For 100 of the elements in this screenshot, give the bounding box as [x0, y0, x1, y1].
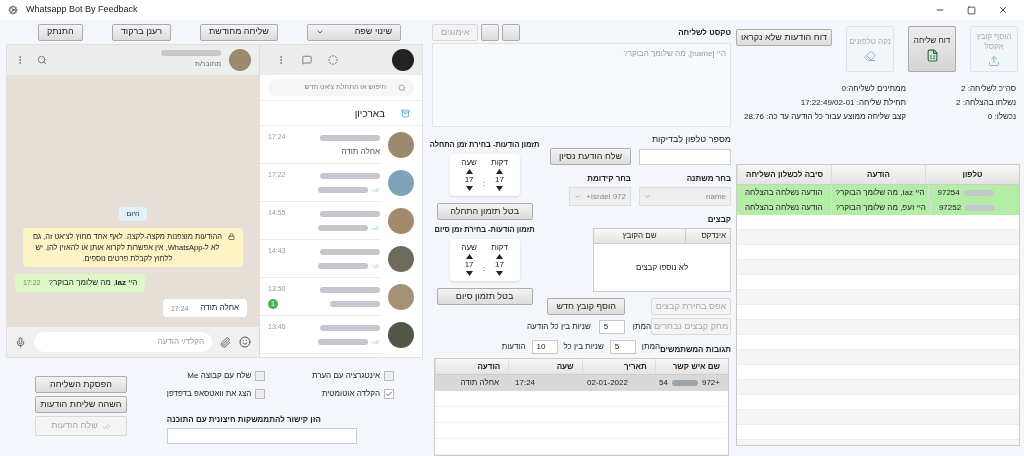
up-arrow-icon[interactable]: [496, 254, 504, 259]
time-separator: :: [482, 177, 486, 190]
stat-text: נכשלו: 0: [986, 111, 1016, 123]
button[interactable]: הפסקת השליחה: [35, 376, 127, 393]
avatar: [388, 132, 414, 158]
checkbox[interactable]: [384, 389, 394, 399]
column-header: אינדקס: [685, 229, 730, 243]
table-cell: הודעה נשלחה בהצלחה: [745, 201, 823, 214]
column-header: הודעה: [435, 359, 509, 374]
message-text: אחלה תודה: [200, 302, 239, 314]
down-arrow-icon[interactable]: [465, 271, 473, 276]
table-cell: 02-01-2022: [587, 377, 628, 389]
table-cell: הודעה נשלחה בהצלחה: [745, 186, 823, 199]
checkbox[interactable]: [255, 389, 266, 399]
webhook-field[interactable]: [166, 428, 357, 444]
archive-icon: [401, 108, 410, 118]
phone-field[interactable]: [639, 148, 731, 165]
eraser-icon: [864, 49, 876, 62]
number-field[interactable]: 5: [609, 340, 636, 354]
button[interactable]: בטל תזמון סיום: [436, 288, 533, 305]
caret-icon: [644, 193, 651, 200]
close-icon[interactable]: [998, 5, 1008, 15]
time-unit: שעה: [461, 157, 477, 168]
emoji-icon[interactable]: [239, 336, 251, 348]
up-arrow-icon[interactable]: [496, 168, 504, 174]
upload-icon: [988, 54, 1000, 67]
read-ticks-icon: [372, 224, 380, 233]
blurred-text: [963, 189, 994, 196]
label: המתן: [641, 341, 660, 353]
action-button[interactable]: דוח שליחה: [908, 26, 956, 72]
table-cell: 17:24: [515, 377, 536, 389]
window-title: Whatsapp Bot By Feedback: [26, 3, 138, 17]
label: שניות בין כל: [563, 341, 604, 353]
button[interactable]: בטל תזמון התחלה: [436, 202, 533, 220]
avatar: [388, 246, 414, 272]
new-chat-icon[interactable]: [302, 55, 312, 65]
blurred-text: [161, 50, 221, 57]
stat-text: סה"כ לשליחה: 2: [960, 83, 1016, 95]
button[interactable]: דוח הודעות שלא נקראו: [736, 29, 832, 46]
avatar: [392, 49, 414, 71]
checkbox-label: הצג את וואטסאפ בדפדפן: [166, 388, 252, 400]
field-label: קבצים: [706, 214, 731, 226]
button[interactable]: רענן ברקוד: [111, 23, 172, 41]
lock-icon: [228, 233, 235, 240]
button[interactable]: השהה שליחת הודעות: [35, 396, 127, 413]
number-field[interactable]: 5: [598, 319, 625, 334]
field-label: בחר קידומת: [586, 173, 631, 185]
column-header: שם הקובץ: [621, 230, 658, 242]
read-ticks-icon: [372, 262, 380, 271]
blurred-text: [320, 134, 380, 141]
search-icon[interactable]: [37, 55, 47, 65]
button[interactable]: התנתק: [38, 23, 83, 41]
column-header: טלפון: [925, 165, 1019, 184]
caret-icon: [316, 28, 324, 36]
checkbox[interactable]: [384, 371, 394, 381]
table-cell: אחלה תודה: [460, 377, 500, 389]
stat-text: קצב שליחה ממוצע עבור כל הודעה עד כה: 28.76: [743, 111, 907, 123]
column-header: סיבה לכשלון השליחה: [737, 165, 831, 184]
field-label: בחר משתנה: [685, 173, 731, 185]
number-field[interactable]: 10: [531, 340, 558, 354]
webhook-label: הזן קישור להתממשקות חיצונית עם התוכנה: [166, 414, 321, 426]
stat-text: נשלחו בהצלחה: 2: [956, 97, 1016, 109]
avatar: [388, 208, 414, 234]
status-icon[interactable]: [328, 55, 338, 65]
up-arrow-icon[interactable]: [465, 254, 473, 259]
button[interactable]: שלח הודעת נסיון: [550, 148, 631, 165]
blurred-text: [318, 339, 368, 346]
table-cell: 97252: [938, 201, 962, 214]
time-value: 17: [495, 174, 504, 185]
microphone-icon[interactable]: [15, 336, 26, 348]
down-arrow-icon[interactable]: [496, 271, 504, 276]
list-icon[interactable]: [481, 24, 500, 42]
checkbox-label: אינטגרציה עם הערת: [311, 370, 380, 382]
avatar: [229, 49, 251, 71]
blurred-text: [320, 248, 380, 255]
down-arrow-icon[interactable]: [465, 185, 473, 191]
checkbox-label: שלח עם קבוצה Me: [187, 370, 252, 382]
section-title: טקסט לשליחה: [678, 26, 731, 39]
checkbox[interactable]: [255, 371, 266, 381]
time-unit: דקות: [491, 157, 508, 168]
blurred-text: [965, 204, 996, 211]
blurred-text: [671, 380, 698, 386]
up-arrow-icon[interactable]: [465, 168, 473, 174]
column-header: הודעה: [831, 165, 925, 184]
blurred-text: [320, 286, 380, 293]
caret-icon: [574, 193, 581, 200]
avatar: [388, 322, 414, 348]
attach-icon[interactable]: [220, 336, 231, 348]
stat-text: תחילת שליחה: 17:22:49/02-01: [799, 97, 907, 109]
down-arrow-icon[interactable]: [496, 185, 504, 191]
table-cell: היי Iaz, מה שלומך הבוקר?: [835, 186, 925, 199]
button[interactable]: שליחה מחודשת: [200, 23, 278, 41]
list-icon[interactable]: [502, 24, 521, 42]
maximize-icon[interactable]: [967, 5, 976, 15]
avatar: [388, 170, 414, 196]
search-icon: [398, 83, 406, 92]
blurred-text: [320, 324, 380, 331]
blurred-text: [320, 210, 380, 217]
button[interactable]: הוסף קובץ חדש: [547, 298, 625, 315]
language-dropdown[interactable]: שינוי שפה: [307, 23, 401, 41]
